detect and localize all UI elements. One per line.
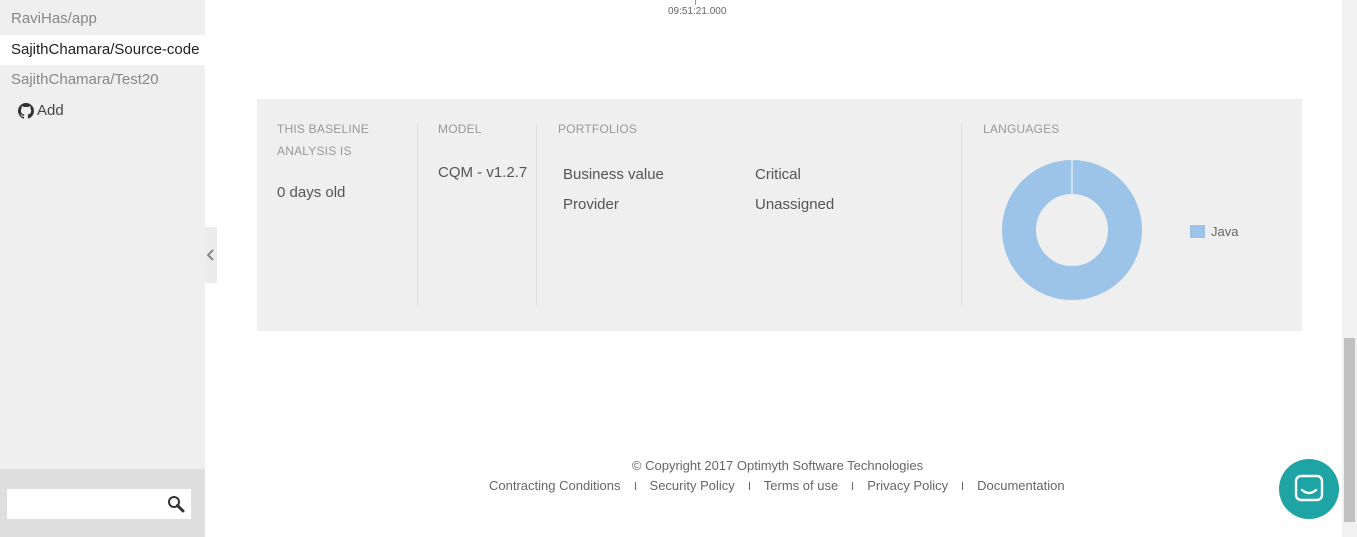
sidebar-item-test20[interactable]: SajithChamara/Test20: [0, 65, 205, 95]
baseline-age-value: 0 days old: [277, 184, 346, 201]
footer-link-privacy-policy[interactable]: Privacy Policy: [867, 478, 948, 493]
divider: [536, 123, 537, 305]
footer-separator: [748, 481, 750, 490]
sidebar-item-ravihas-app[interactable]: RaviHas/app: [0, 4, 205, 34]
portfolios-label: PORTFOLIOS: [558, 122, 638, 136]
footer-link-terms-of-use[interactable]: Terms of use: [764, 478, 838, 493]
footer-link-contracting-conditions[interactable]: Contracting Conditions: [489, 478, 621, 493]
footer-link-security-policy[interactable]: Security Policy: [650, 478, 735, 493]
divider: [961, 123, 962, 305]
chat-launcher-button[interactable]: [1279, 459, 1339, 519]
portfolio-key: Business value: [563, 166, 664, 183]
sidebar: RaviHas/app SajithChamara/Source-code Sa…: [0, 0, 217, 537]
search-box: [7, 489, 191, 519]
model-label: MODEL: [438, 122, 482, 136]
sidebar-collapse-button[interactable]: [205, 227, 217, 283]
portfolio-key: Provider: [563, 196, 619, 213]
scrollbar-thumb[interactable]: [1344, 338, 1355, 522]
search-area: [0, 469, 205, 537]
add-label: Add: [37, 102, 64, 119]
sidebar-item-source-code[interactable]: SajithChamara/Source-code: [0, 35, 217, 65]
footer-separator: [634, 481, 636, 490]
footer-link-documentation[interactable]: Documentation: [977, 478, 1064, 493]
search-icon[interactable]: [167, 495, 185, 513]
baseline-panel: THIS BASELINE ANALYSIS IS 0 days old MOD…: [257, 99, 1302, 331]
search-input[interactable]: [11, 489, 165, 519]
copyright: © Copyright 2017 Optimyth Software Techn…: [631, 458, 924, 473]
add-repository-button[interactable]: Add: [18, 100, 64, 122]
baseline-age-label: THIS BASELINE ANALYSIS IS: [277, 122, 369, 158]
footer-separator: [852, 481, 854, 490]
portfolio-value: Unassigned: [755, 196, 835, 213]
footer-links: Contracting Conditions Security Policy T…: [489, 478, 1065, 493]
languages-label: LANGUAGES: [983, 122, 1060, 136]
legend-swatch-java: [1190, 225, 1205, 238]
model-value: CQM - v1.2.7: [438, 164, 528, 181]
divider: [417, 123, 418, 305]
timeline-timestamp: 09:51:21.000: [668, 6, 727, 17]
portfolio-value: Critical: [755, 166, 801, 183]
legend-label-java: Java: [1211, 224, 1239, 239]
footer-separator: [962, 481, 964, 490]
chevron-left-icon: [207, 249, 214, 261]
github-icon: [18, 103, 34, 119]
timeline-tick: [695, 0, 696, 5]
chat-icon: [1294, 474, 1324, 502]
languages-donut-chart: [1002, 160, 1142, 300]
